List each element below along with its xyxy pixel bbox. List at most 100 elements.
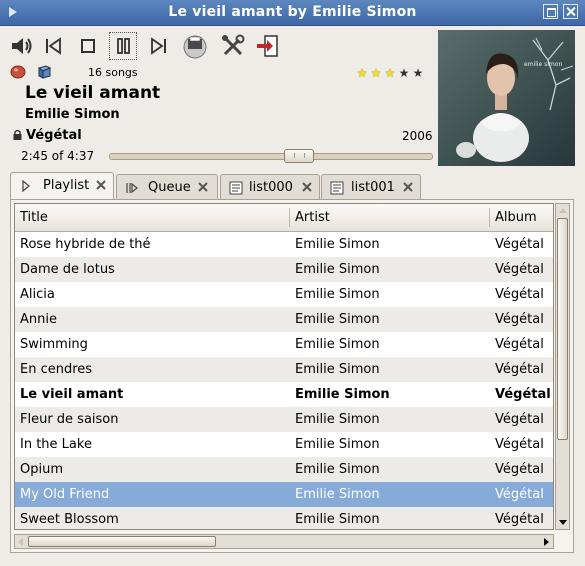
window-titlebar[interactable]: Le vieil amant by Emilie Simon — [0, 0, 585, 26]
cell-album: Végétal — [495, 387, 551, 402]
pause-button[interactable] — [109, 32, 137, 60]
tab-playlist[interactable]: Playlist — [10, 172, 114, 201]
volume-icon — [12, 38, 32, 54]
next-button[interactable] — [146, 33, 172, 59]
close-tab-icon[interactable] — [301, 181, 313, 193]
previous-icon — [46, 37, 61, 55]
cell-title: Rose hybride de thé — [20, 237, 151, 252]
scroll-left-icon[interactable] — [18, 538, 23, 546]
vertical-scroll-thumb[interactable] — [557, 218, 568, 440]
table-row[interactable]: Swimming Emilie Simon Végétal — [15, 332, 553, 357]
table-row[interactable]: Fleur de saison Emilie Simon Végétal — [15, 407, 553, 432]
cell-album: Végétal — [495, 362, 544, 377]
star-empty-icon[interactable]: ★ — [397, 67, 411, 79]
tab-queue[interactable]: Queue — [116, 174, 218, 200]
printer-icon — [183, 35, 207, 59]
tab-list001[interactable]: list001 — [321, 174, 421, 200]
scroll-down-icon[interactable] — [559, 520, 567, 525]
table-row[interactable]: Rose hybride de thé Emilie Simon Végétal — [15, 232, 553, 257]
tab-list000[interactable]: list000 — [220, 174, 320, 200]
star-filled-icon[interactable]: ★ — [355, 67, 369, 79]
cell-title: En cendres — [20, 362, 93, 377]
table-row[interactable]: Le vieil amant Emilie Simon Végétal — [15, 382, 553, 407]
tab-label: Queue — [148, 180, 191, 195]
horizontal-scroll-thumb[interactable] — [28, 536, 216, 547]
close-tab-icon[interactable] — [197, 181, 209, 193]
play-icon — [22, 179, 30, 193]
table-row[interactable]: Alicia Emilie Simon Végétal — [15, 282, 553, 307]
scroll-right-icon[interactable] — [544, 538, 549, 546]
table-row[interactable]: En cendres Emilie Simon Végétal — [15, 357, 553, 382]
cell-album: Végétal — [495, 412, 544, 427]
cell-title: In the Lake — [20, 437, 92, 452]
star-filled-icon[interactable]: ★ — [383, 67, 397, 79]
stop-icon — [81, 39, 95, 53]
table-row[interactable]: My Old Friend Emilie Simon Végétal — [15, 482, 553, 507]
vertical-scrollbar[interactable] — [555, 203, 570, 530]
track-artist: Emilie Simon — [25, 107, 120, 122]
maximize-button[interactable] — [543, 4, 558, 19]
cell-title: Annie — [20, 312, 57, 327]
cell-artist: Emilie Simon — [295, 512, 380, 527]
table-row[interactable]: Dame de lotus Emilie Simon Végétal — [15, 257, 553, 282]
cell-artist: Emilie Simon — [295, 487, 380, 502]
cell-artist: Emilie Simon — [295, 437, 380, 452]
queue-icon — [126, 182, 138, 194]
cell-artist: Emilie Simon — [295, 337, 380, 352]
cell-title: Dame de lotus — [20, 262, 115, 277]
column-separator[interactable] — [289, 208, 290, 227]
print-button[interactable] — [182, 33, 208, 59]
time-position: 2:45 of 4:37 — [21, 149, 95, 163]
table-row[interactable]: Opium Emilie Simon Végétal — [15, 457, 553, 482]
cell-album: Végétal — [495, 512, 544, 527]
album-cover[interactable]: emilie simon — [438, 30, 575, 166]
table-row[interactable]: Sweet Blossom Emilie Simon Végétal — [15, 507, 553, 529]
track-year: 2006 — [402, 129, 433, 143]
previous-button[interactable] — [40, 33, 66, 59]
playlist-table[interactable]: Title Artist Album Rose hybride de thé Em… — [14, 203, 554, 530]
cell-artist: Emilie Simon — [295, 312, 380, 327]
cell-artist: Emilie Simon — [295, 362, 380, 377]
column-album-header[interactable]: Album — [495, 210, 537, 225]
cell-album: Végétal — [495, 462, 544, 477]
volume-button[interactable] — [9, 33, 35, 59]
column-title-header[interactable]: Title — [20, 210, 48, 225]
cell-album: Végétal — [495, 237, 544, 252]
book-icon[interactable] — [36, 65, 52, 79]
rating-stars[interactable]: ★ ★ ★ ★ ★ — [355, 66, 425, 81]
close-tab-icon[interactable] — [402, 181, 414, 193]
table-header: Title Artist Album — [15, 204, 553, 232]
list-icon — [229, 181, 243, 195]
cell-title: Fleur de saison — [20, 412, 119, 427]
stop-button[interactable] — [75, 33, 101, 59]
column-separator[interactable] — [489, 208, 490, 227]
star-filled-icon[interactable]: ★ — [369, 67, 383, 79]
pause-icon — [117, 38, 130, 54]
scroll-up-icon[interactable] — [559, 208, 567, 213]
cell-album: Végétal — [495, 487, 544, 502]
cell-album: Végétal — [495, 437, 544, 452]
record-icon[interactable] — [10, 65, 26, 79]
cell-title: Opium — [20, 462, 63, 477]
window-title: Le vieil amant by Emilie Simon — [168, 4, 417, 20]
column-artist-header[interactable]: Artist — [295, 210, 330, 225]
preferences-button[interactable] — [220, 33, 246, 59]
tab-label: list001 — [351, 180, 395, 195]
preferences-icon — [222, 34, 245, 56]
close-tab-icon[interactable] — [95, 179, 107, 191]
cell-title: Le vieil amant — [20, 387, 124, 402]
close-window-button[interactable] — [563, 4, 578, 19]
table-row[interactable]: In the Lake Emilie Simon Végétal — [15, 432, 553, 457]
seek-slider-handle[interactable] — [283, 149, 314, 163]
tab-label: Playlist — [43, 178, 90, 193]
table-row[interactable]: Annie Emilie Simon Végétal — [15, 307, 553, 332]
cell-artist: Emilie Simon — [295, 387, 390, 402]
quit-icon — [257, 35, 278, 57]
lock-icon — [13, 129, 22, 140]
horizontal-scrollbar[interactable] — [14, 534, 554, 549]
cell-title: Swimming — [20, 337, 88, 352]
quit-button[interactable] — [254, 33, 280, 59]
seek-slider[interactable] — [109, 153, 433, 160]
star-empty-icon[interactable]: ★ — [411, 67, 425, 79]
cell-artist: Emilie Simon — [295, 462, 380, 477]
